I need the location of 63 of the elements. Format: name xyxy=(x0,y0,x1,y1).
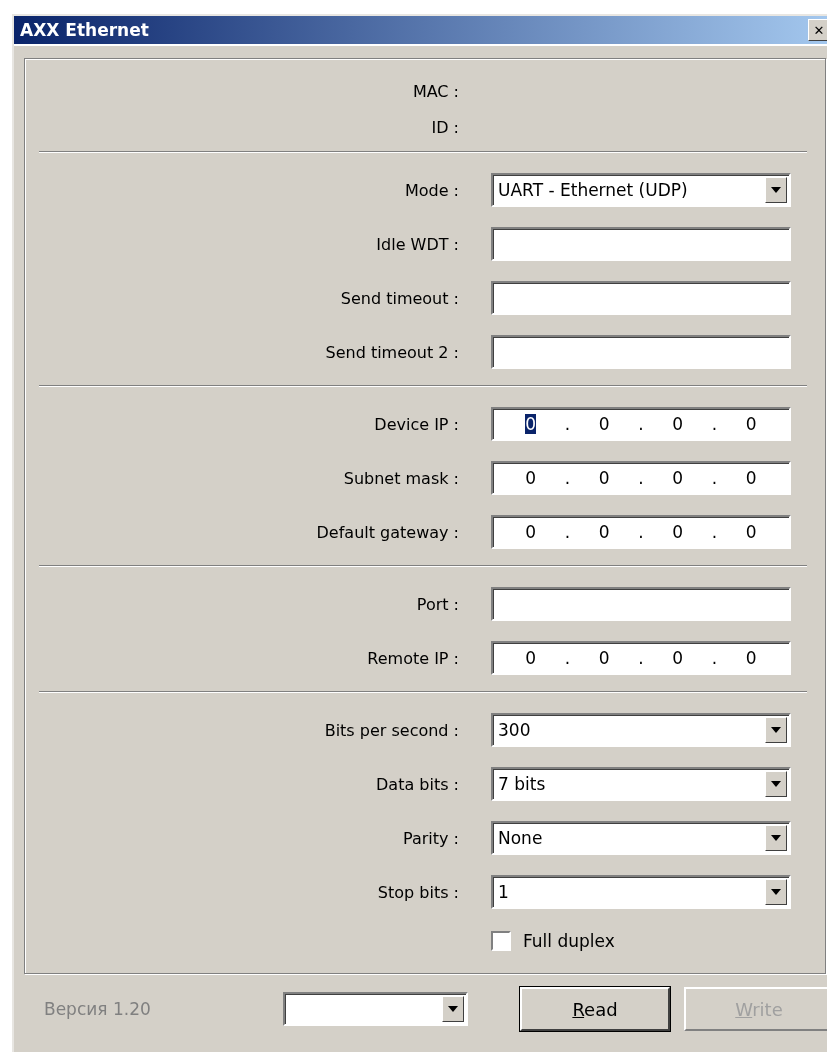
ip-address-field[interactable]: 0 . 0 . 0 . 0 xyxy=(491,515,791,549)
ip-dot: . xyxy=(564,414,571,434)
field-label: ID : xyxy=(431,117,459,137)
checkbox-label: Full duplex xyxy=(523,931,615,951)
ip-address-field[interactable]: 0 . 0 . 0 . 0 xyxy=(491,407,791,441)
ip-octet[interactable]: 0 xyxy=(745,414,757,434)
ip-octet[interactable]: 0 xyxy=(672,648,684,668)
ip-dot: . xyxy=(638,468,644,488)
ip-octet[interactable]: 0 xyxy=(598,522,610,542)
field-label: Parity : xyxy=(403,828,459,848)
ip-octet[interactable]: 0 xyxy=(525,648,537,668)
ip-dot: . xyxy=(711,648,718,668)
checkbox[interactable] xyxy=(491,931,511,951)
ip-dot: . xyxy=(638,648,644,668)
ip-dot: . xyxy=(711,414,718,434)
close-button[interactable]: ✕ xyxy=(808,19,827,41)
ip-dot: . xyxy=(564,522,571,542)
ip-octet[interactable]: 0 xyxy=(598,648,610,668)
ip-octet[interactable]: 0 xyxy=(525,414,537,434)
ip-octet[interactable]: 0 xyxy=(672,468,684,488)
ip-octet[interactable]: 0 xyxy=(672,522,684,542)
ip-dot: . xyxy=(638,522,644,542)
field-label: Default gateway : xyxy=(316,522,459,542)
ip-octet[interactable]: 0 xyxy=(598,468,610,488)
ip-dot: . xyxy=(564,648,571,668)
input-field[interactable] xyxy=(491,227,791,261)
field-label: Device IP : xyxy=(374,414,459,434)
input-field[interactable] xyxy=(491,587,791,621)
ip-octet[interactable]: 0 xyxy=(745,648,757,668)
field-label: Remote IP : xyxy=(367,648,459,668)
dropdown[interactable]: UART - Ethernet (UDP) xyxy=(491,173,791,207)
input-field[interactable] xyxy=(491,335,791,369)
field-label: Idle WDT : xyxy=(376,234,459,254)
ip-dot: . xyxy=(638,414,644,434)
ip-octet[interactable]: 0 xyxy=(745,468,757,488)
field-label: Bits per second : xyxy=(324,720,459,740)
version-label: Версия 1.20 xyxy=(44,999,152,1019)
ip-dot: . xyxy=(564,468,571,488)
ip-dot: . xyxy=(711,468,718,488)
field-label: Send timeout : xyxy=(340,288,459,308)
ip-octet[interactable]: 0 xyxy=(745,522,757,542)
input-field[interactable] xyxy=(491,281,791,315)
ip-octet[interactable]: 0 xyxy=(525,522,537,542)
field-label: Data bits : xyxy=(376,774,459,794)
dropdown[interactable]: 7 bits xyxy=(491,767,791,801)
dropdown[interactable]: 1 xyxy=(491,875,791,909)
dropdown[interactable]: 300 xyxy=(491,713,791,747)
field-label: Subnet mask : xyxy=(343,468,459,488)
dropdown[interactable] xyxy=(282,992,468,1026)
ip-address-field[interactable]: 0 . 0 . 0 . 0 xyxy=(491,461,791,495)
field-label: Send timeout 2 : xyxy=(325,342,459,362)
ip-octet[interactable]: 0 xyxy=(525,468,537,488)
ip-octet[interactable]: 0 xyxy=(598,414,610,434)
dropdown[interactable]: None xyxy=(491,821,791,855)
read-button[interactable]: Read xyxy=(520,987,670,1031)
ip-octet[interactable]: 0 xyxy=(672,414,684,434)
ip-address-field[interactable]: 0 . 0 . 0 . 0 xyxy=(491,641,791,675)
window-title: AXX Ethernet xyxy=(20,20,149,40)
field-label: Stop bits : xyxy=(377,882,459,902)
field-label: Port : xyxy=(416,594,459,614)
ip-dot: . xyxy=(711,522,718,542)
field-label: Mode : xyxy=(404,180,459,200)
field-label: MAC : xyxy=(412,81,459,101)
